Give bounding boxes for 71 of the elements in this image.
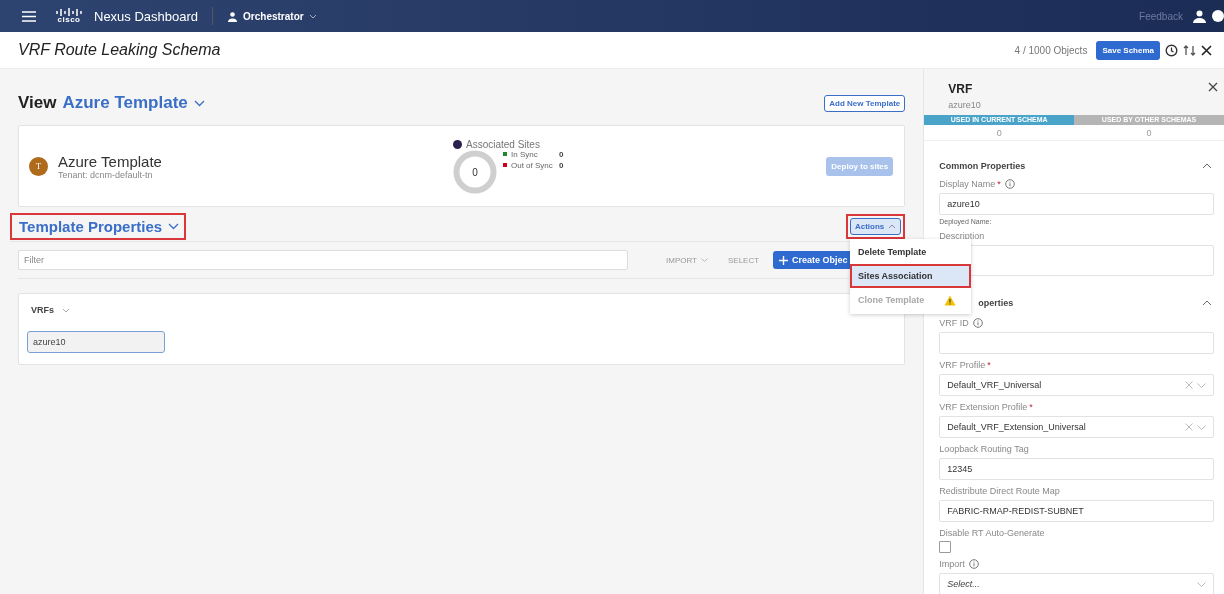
user-icon[interactable] bbox=[1193, 9, 1206, 23]
history-icon[interactable] bbox=[1165, 43, 1178, 57]
panel-title: VRF bbox=[948, 82, 974, 96]
field-label: Disable RT Auto-Generate bbox=[939, 528, 1045, 538]
text-field[interactable] bbox=[939, 332, 1214, 354]
text-field[interactable]: FABRIC-RMAP-REDIST-SUBNET bbox=[939, 500, 1214, 522]
add-new-template-button[interactable]: Add New Template bbox=[824, 94, 906, 112]
chevron-down-icon bbox=[62, 307, 70, 313]
legend-value: 0 bbox=[559, 149, 564, 159]
panel-subtitle: azure10 bbox=[948, 100, 981, 110]
template-properties-dropdown[interactable]: Template Properties bbox=[10, 212, 187, 240]
template-name: Azure Template bbox=[58, 152, 162, 170]
info-icon bbox=[972, 318, 983, 328]
select-field[interactable]: Select... bbox=[939, 573, 1214, 594]
vrfs-dropdown[interactable]: VRFs bbox=[27, 302, 74, 318]
view-label: View bbox=[18, 93, 57, 113]
legend-value: 0 bbox=[559, 160, 564, 170]
object-count: 4 / 1000 Objects bbox=[1014, 44, 1088, 56]
field-label: VRF ID bbox=[939, 318, 969, 328]
filter-field[interactable]: Filter bbox=[18, 250, 628, 270]
template-avatar: T bbox=[29, 156, 48, 176]
chevron-down-icon bbox=[1197, 424, 1206, 430]
select-field[interactable]: Default_VRF_Universal bbox=[939, 374, 1214, 396]
usage-count: 0 bbox=[1146, 128, 1152, 138]
section-title: Common Properties bbox=[939, 161, 1026, 171]
chevron-down-icon bbox=[1197, 581, 1206, 587]
text-field[interactable]: azure10 bbox=[939, 193, 1214, 215]
collapse-icon[interactable] bbox=[1202, 163, 1212, 169]
logo-bars-icon bbox=[56, 8, 82, 16]
chevron-down-icon bbox=[193, 99, 205, 107]
plus-icon bbox=[779, 255, 789, 265]
info-icon bbox=[968, 559, 979, 569]
section-title: operties bbox=[978, 298, 1014, 308]
warning-icon bbox=[944, 294, 957, 306]
menu-item[interactable]: Sites Association bbox=[849, 263, 971, 288]
save-schema-button[interactable]: Save Schema bbox=[1096, 40, 1160, 60]
select-field[interactable]: Default_VRF_Extension_Universal bbox=[939, 416, 1214, 438]
chevron-up-icon bbox=[888, 223, 897, 229]
text-field[interactable]: 12345 bbox=[939, 458, 1214, 480]
site-dot-icon bbox=[453, 139, 462, 149]
field-label: Description bbox=[939, 231, 985, 241]
legend-label: In Sync bbox=[511, 149, 539, 159]
menu-icon[interactable] bbox=[22, 10, 36, 22]
template-dropdown[interactable]: Azure Template bbox=[62, 93, 205, 113]
usage-count: 0 bbox=[996, 128, 1002, 138]
field-label: Redistribute Direct Route Map bbox=[939, 486, 1060, 496]
chevron-down-icon bbox=[308, 13, 317, 19]
field-label: Display Name * bbox=[939, 179, 1001, 189]
schema-title: VRF Route Leaking Schema bbox=[18, 41, 221, 59]
app-switcher[interactable]: Orchestrator bbox=[227, 10, 317, 22]
close-icon[interactable] bbox=[1208, 82, 1218, 92]
chevron-down-icon bbox=[168, 222, 180, 230]
collapse-icon[interactable] bbox=[1202, 300, 1212, 306]
chevron-down-icon bbox=[1197, 382, 1206, 388]
close-icon[interactable] bbox=[1201, 44, 1212, 56]
actions-button[interactable]: Actions bbox=[849, 217, 902, 235]
field-label: Import bbox=[939, 559, 965, 569]
legend-label: Out of Sync bbox=[511, 160, 554, 170]
logo-text: cisco bbox=[57, 16, 81, 24]
tenant-label: Tenant: dcnm-default-tn bbox=[58, 169, 153, 180]
field-label: VRF Extension Profile * bbox=[939, 402, 1033, 412]
associated-sites-label: Associated Sites bbox=[466, 138, 540, 150]
chevron-down-icon bbox=[700, 258, 708, 262]
checkbox[interactable] bbox=[939, 541, 952, 553]
vrf-item[interactable]: azure10 bbox=[27, 331, 165, 353]
sites-total: 0 bbox=[472, 166, 478, 177]
field-label: VRF Profile * bbox=[939, 360, 991, 370]
sites-donut-drawing bbox=[453, 149, 497, 194]
product-name: Nexus Dashboard bbox=[94, 8, 199, 24]
field-label: Loopback Routing Tag bbox=[939, 444, 1029, 454]
info-icon bbox=[1004, 179, 1015, 189]
